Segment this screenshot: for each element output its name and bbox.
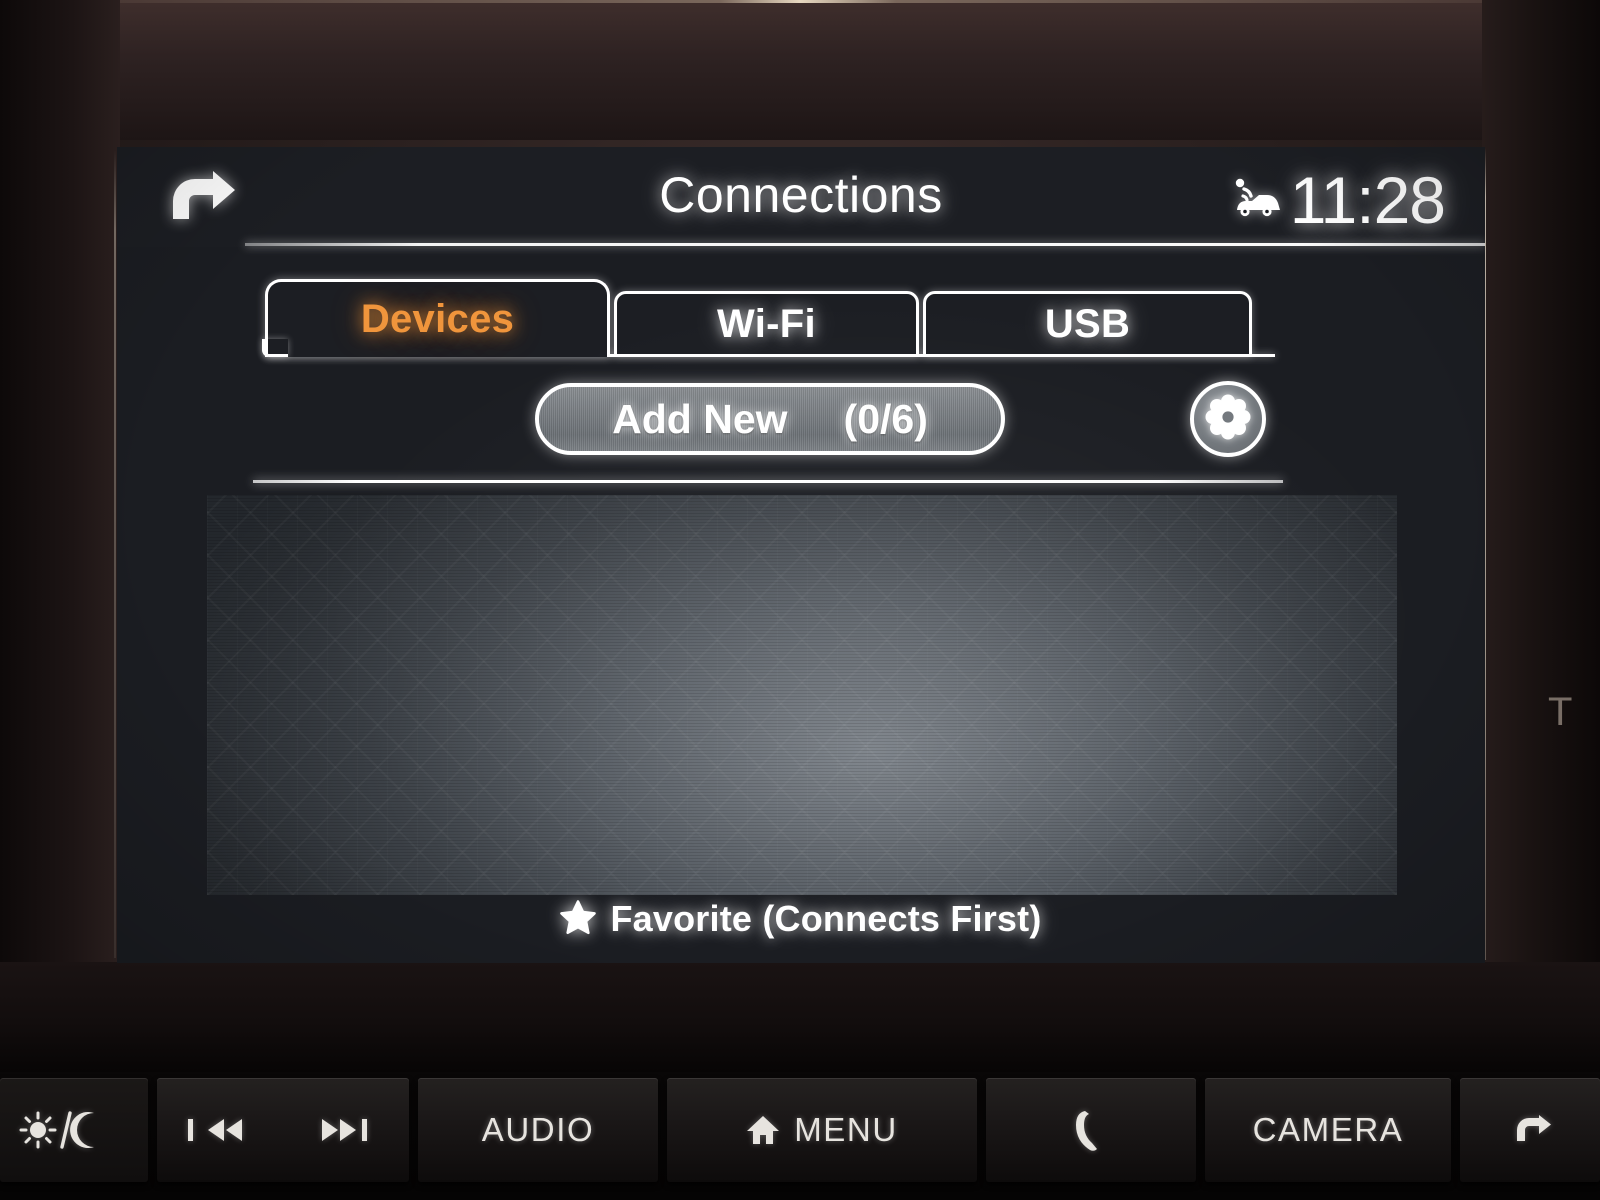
tab-usb[interactable]: USB <box>923 291 1252 357</box>
tab-wifi[interactable]: Wi-Fi <box>614 291 919 357</box>
hw-seam <box>409 1072 418 1200</box>
screen-edge-left <box>114 150 116 958</box>
screen-header: Connections 11:28 <box>117 147 1485 247</box>
hardware-button-strip: AUDIO MENU CAMERA <box>0 1072 1600 1200</box>
dash-edge-marking: T <box>1548 690 1573 734</box>
hw-button-menu-label: MENU <box>794 1111 898 1148</box>
home-icon <box>746 1113 780 1147</box>
status-cluster: 11:28 <box>1224 157 1446 243</box>
dashboard-bezel-left <box>0 0 120 1060</box>
connected-car-icon <box>1224 176 1280 225</box>
tab-bar: Devices Wi-Fi USB <box>117 269 1485 357</box>
hw-seam <box>977 1072 986 1200</box>
dashboard-bezel-top <box>0 0 1600 140</box>
hw-seam <box>1196 1072 1205 1200</box>
back-arrow-icon <box>1507 1110 1553 1150</box>
hw-button-back[interactable] <box>1460 1078 1600 1182</box>
hw-seam <box>658 1072 667 1200</box>
tab-bar-left-stub <box>262 339 288 357</box>
add-new-device-button[interactable]: Add New (0/6) <box>535 383 1005 455</box>
sun-moon-icon <box>18 1107 130 1153</box>
hw-seam <box>148 1072 157 1200</box>
bezel-highlight <box>0 0 1600 3</box>
infotainment-unit: T Connections 11:28 Devices Wi-Fi USB Ad… <box>0 0 1600 1200</box>
prev-next-track-icon <box>180 1110 386 1150</box>
connection-settings-button[interactable] <box>1190 381 1266 457</box>
action-row-divider <box>253 480 1283 483</box>
tab-devices-label: Devices <box>360 297 515 341</box>
favorite-legend: Favorite (Connects First) <box>117 891 1485 947</box>
tab-usb-label: USB <box>1044 301 1131 346</box>
phone-icon <box>1071 1106 1111 1154</box>
paired-device-list[interactable] <box>207 495 1397 895</box>
tab-wifi-label: Wi-Fi <box>717 301 816 346</box>
hw-button-phone[interactable] <box>986 1078 1196 1182</box>
hw-button-menu[interactable]: MENU <box>667 1078 977 1182</box>
header-divider <box>245 243 1485 246</box>
favorite-legend-text: Favorite (Connects First) <box>610 898 1042 939</box>
hw-button-camera[interactable]: CAMERA <box>1205 1078 1451 1182</box>
action-row: Add New (0/6) <box>117 375 1485 469</box>
touchscreen-display[interactable]: Connections 11:28 Devices Wi-Fi USB Add … <box>117 147 1485 963</box>
dashboard-bezel-right <box>1482 0 1600 1060</box>
star-icon <box>560 899 597 940</box>
hw-button-camera-label: CAMERA <box>1252 1111 1404 1148</box>
hw-button-audio-label: AUDIO <box>481 1111 595 1148</box>
hw-button-brightness[interactable] <box>0 1078 148 1182</box>
hw-seam <box>1451 1072 1460 1200</box>
clock: 11:28 <box>1289 163 1446 237</box>
paired-device-count: (0/6) <box>843 395 928 442</box>
add-new-label: Add New <box>612 395 788 442</box>
dashboard-bezel-bottom <box>0 962 1600 1072</box>
hw-button-audio[interactable]: AUDIO <box>418 1078 658 1182</box>
hw-button-track-skip[interactable] <box>157 1078 409 1182</box>
tab-devices[interactable]: Devices <box>265 279 610 357</box>
gear-icon <box>1205 394 1251 445</box>
